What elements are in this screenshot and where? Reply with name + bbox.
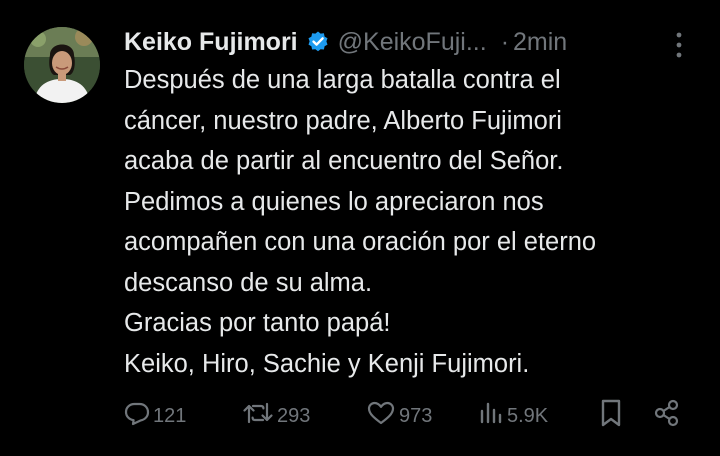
time-separator: · [500,27,510,56]
bookmark-button[interactable] [598,398,624,434]
heart-icon [366,400,396,432]
tweet-text-line: Gracias por tanto papá! [124,309,391,337]
tweet-text-line: Después de una larga batalla contra el [124,66,561,94]
author-display-name[interactable]: Keiko Fujimori [124,28,298,57]
reply-count: 121 [153,404,187,427]
share-icon [652,398,682,434]
more-options-icon[interactable] [669,30,689,60]
share-button[interactable] [652,398,682,434]
tweet-text-line: Pedimos a quienes lo apreciaron nos [124,187,544,216]
tweet-text-line: Keiko, Hiro, Sachie y Kenji Fujimori. [124,349,530,378]
tweet-text-line: acompañen con una oración por el eterno [124,228,597,256]
like-button[interactable]: 973 [366,398,432,434]
author-handle[interactable]: @KeikoFuji... [338,28,487,57]
tweet-actions-bar: 121 293 973 5.9K [124,398,694,434]
repost-count: 293 [277,404,311,427]
view-count: 5.9K [507,404,549,427]
like-count: 973 [399,404,433,427]
verified-badge-icon [306,30,330,54]
tweet-text: Después de una larga batalla contra el c… [124,60,694,384]
avatar[interactable] [24,27,100,103]
tweet-text-line: descanso de su alma. [124,268,373,297]
repost-button[interactable]: 293 [242,398,310,434]
reply-button[interactable]: 121 [124,398,186,434]
bookmark-icon [598,398,624,434]
timestamp[interactable]: 2min [513,28,567,57]
views-chart-icon [478,400,504,432]
tweet-header: Keiko Fujimori @KeikoFuji... · 2min [124,24,704,60]
repost-icon [242,400,274,432]
tweet[interactable]: Keiko Fujimori @KeikoFuji... · 2min Desp… [0,0,720,456]
tweet-text-line: acaba de partir al encuentro del Señor. [124,147,564,175]
reply-icon [124,400,150,432]
views-button[interactable]: 5.9K [478,398,548,434]
tweet-text-line: cáncer, nuestro padre, Alberto Fujimori [124,106,562,135]
